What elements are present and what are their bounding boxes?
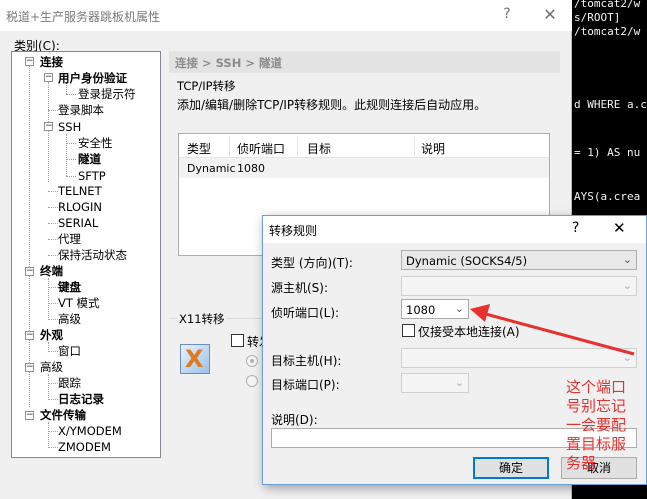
annotation-arrow	[470, 304, 635, 356]
arrowhead-icon	[470, 304, 490, 322]
arrow-line	[481, 311, 635, 356]
annotation-note: 这个端口号别忘记一会要配置目标服务器	[566, 378, 627, 472]
